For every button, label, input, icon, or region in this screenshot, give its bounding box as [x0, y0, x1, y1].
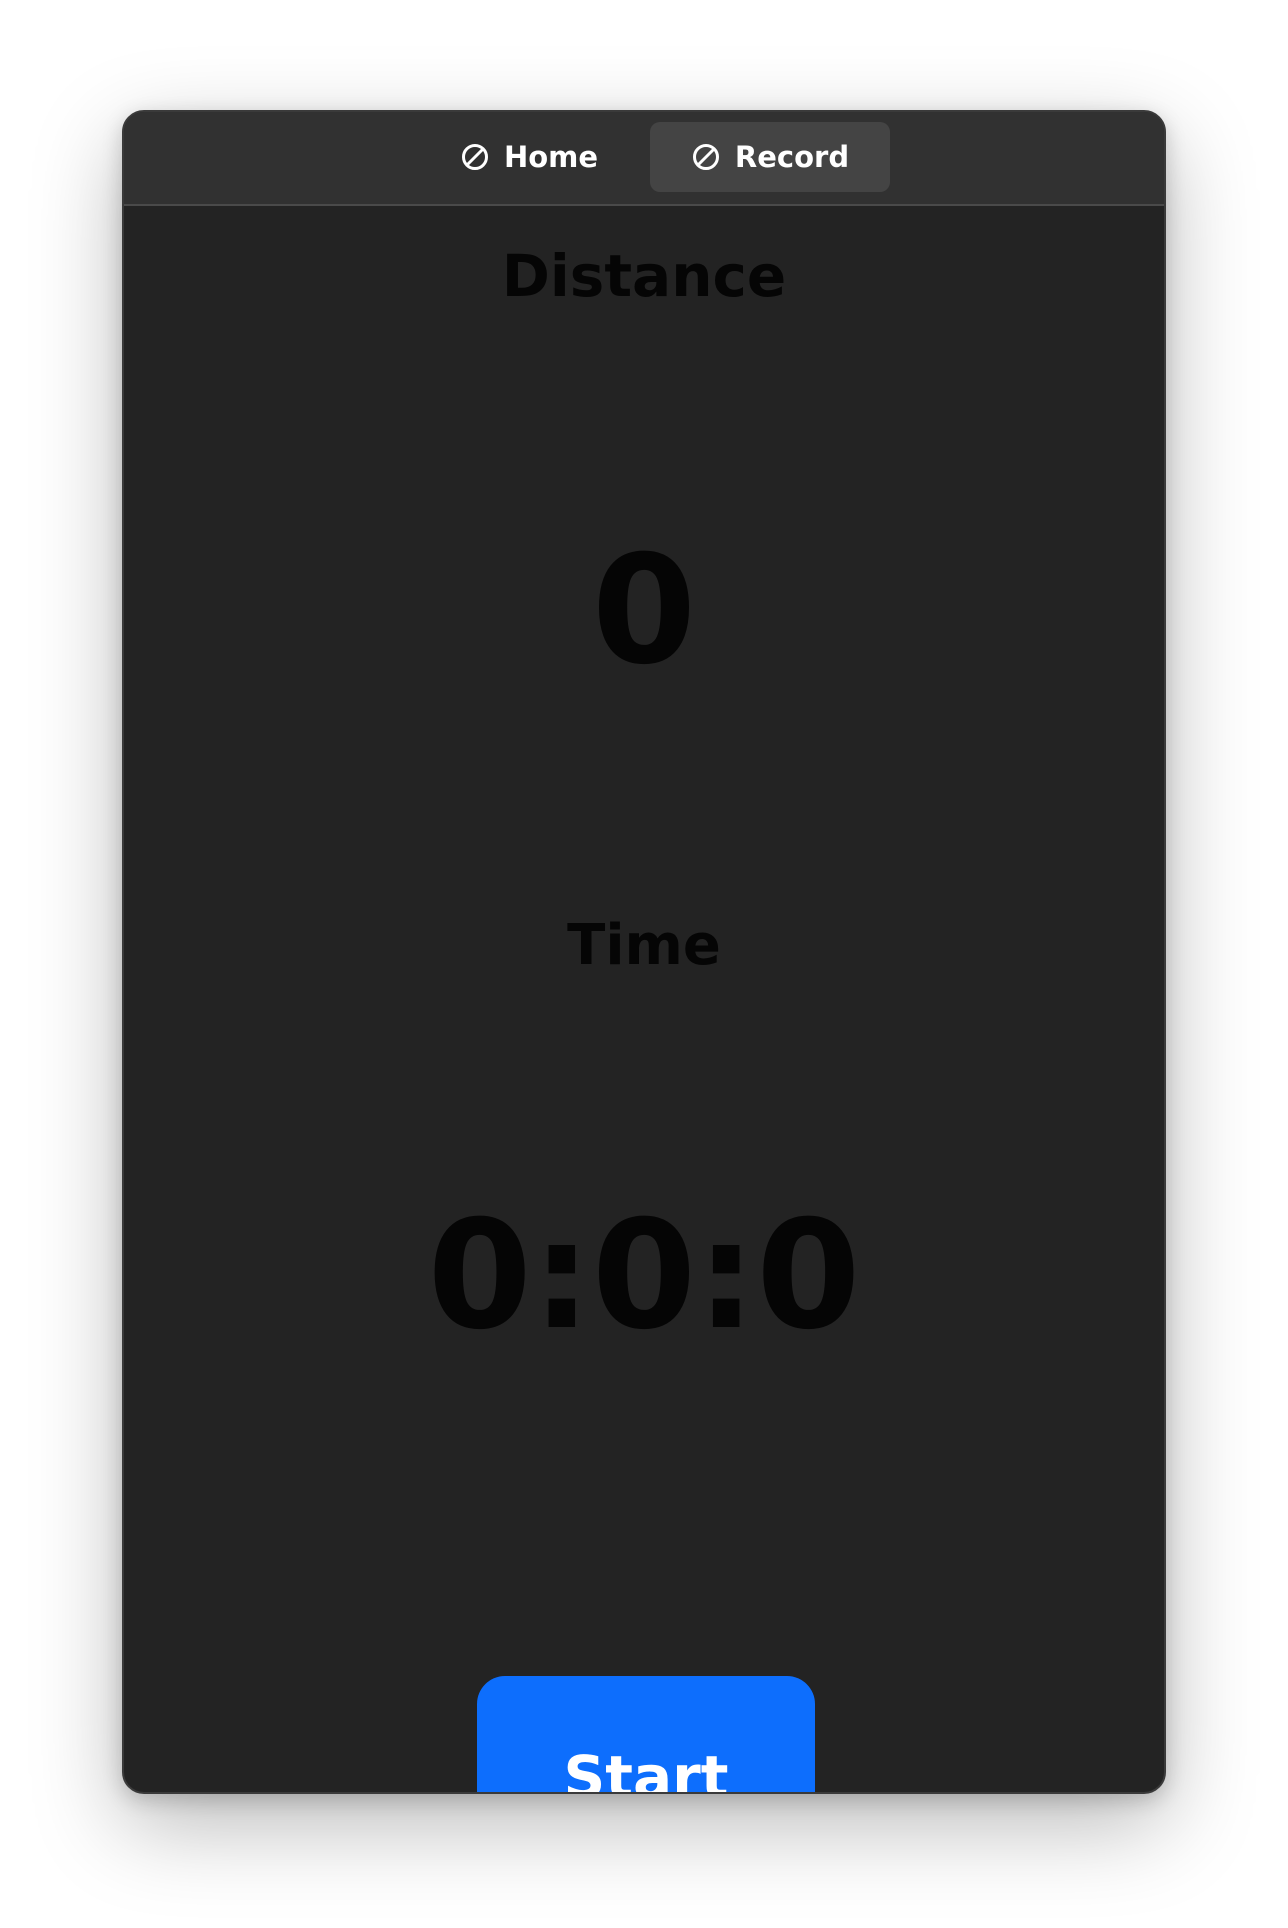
tab-home-label: Home	[503, 140, 599, 174]
distance-label: Distance	[501, 242, 787, 310]
tab-home[interactable]: Home	[416, 122, 642, 192]
time-label: Time	[567, 913, 721, 978]
tab-record[interactable]: Record	[650, 122, 890, 192]
ban-icon	[461, 144, 488, 170]
app-window: Home Record Distance 0 Time 0:0:0 Start	[122, 110, 1166, 1794]
distance-value: 0	[591, 524, 697, 698]
record-panel: Distance 0 Time 0:0:0 Start	[124, 206, 1164, 1792]
time-value: 0:0:0	[427, 1189, 861, 1363]
tab-record-label: Record	[734, 140, 850, 174]
start-button[interactable]: Start	[477, 1676, 815, 1792]
tab-bar: Home Record	[124, 112, 1164, 206]
ban-icon	[692, 144, 719, 170]
